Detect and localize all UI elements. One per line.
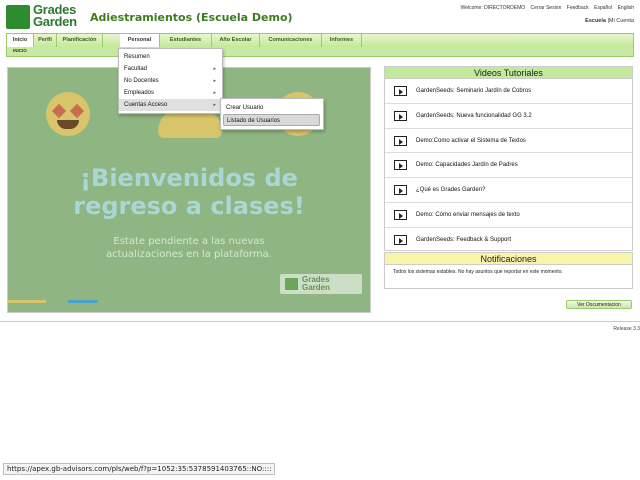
grades-garden-logo[interactable]: Grades Garden [6,3,84,31]
leaf-icon [6,5,30,29]
videos-panel-header: Videos Tutoriales [385,67,632,79]
menu-item-cuentas-acceso[interactable]: Cuentas Acceso ▸ [119,99,222,111]
tab-informes[interactable]: Informes [322,34,362,47]
chevron-right-icon: ▸ [213,102,216,108]
banner-title-line-1: ¡Bienvenidos de [80,164,298,192]
notifications-text: Todos los sistemas estables. No hay asun… [393,269,563,275]
video-play-icon [394,86,407,96]
browser-status-url: https://apex.gb-advisors.com/pls/web/f?p… [3,463,276,475]
feedback-link[interactable]: Feedback [567,5,589,11]
tab-inicio[interactable]: Inicio [7,34,34,47]
tab-estudiantes[interactable]: Estudiantes [160,34,212,47]
video-item[interactable]: Demo:Como activar el Sistema de Textos [385,129,632,154]
video-item[interactable]: GardenSeeds: Seminario Jardín de Cobros [385,79,632,104]
decorative-strip [8,300,46,303]
video-play-icon [394,135,407,146]
tab-personal[interactable]: Personal [120,34,160,47]
main-nav: Inicio Perfil Planificación Personal Est… [6,33,634,47]
banner-subtitle-line-1: Estate pendiente a las nuevas [113,236,265,247]
tab-planificacion[interactable]: Planificación [57,34,103,47]
menu-item-empleados[interactable]: Empleados ▸ [119,87,222,99]
cuentas-acceso-submenu: Crear Usuario Listado de Usuarios [220,98,324,130]
logo-line-2: Garden [33,14,77,29]
footer-divider [0,321,640,322]
videos-panel: Videos Tutoriales GardenSeeds: Seminario… [384,66,633,251]
school-label[interactable]: Escuela [585,18,606,24]
banner-logo-text: Grades Garden [302,276,330,292]
menu-item-facultad[interactable]: Facultad ▸ [119,63,222,75]
star-eyes-emoji-icon [46,92,90,136]
banner-subtitle-line-2: actualizaciones en la plataforma. [106,249,272,260]
video-play-icon [394,110,407,121]
logo-text: Grades Garden [33,3,77,29]
banner-subtitle: Estate pendiente a las nuevas actualizac… [8,235,370,261]
english-link[interactable]: English [618,5,634,11]
video-item[interactable]: Demo: Cómo enviar mensajes de texto [385,203,632,228]
menu-item-no-docentes[interactable]: No Docentes ▸ [119,75,222,87]
logout-link[interactable]: Cerrar Sesion [531,5,562,11]
tab-ano-escolar[interactable]: Año Escolar [212,34,260,47]
video-play-icon [394,209,407,220]
app-title: Adiestramientos (Escuela Demo) [90,11,293,24]
chevron-right-icon: ▸ [213,90,216,96]
video-item[interactable]: Demo: Capacidades Jardín de Padres [385,153,632,179]
video-play-icon [394,185,407,196]
my-account-link[interactable]: Mi Cuenta [609,18,634,24]
spanish-link[interactable]: Español [594,5,612,11]
school-bar: Escuela |Mi Cuenta [585,18,634,24]
release-version: Release 3.3 [613,326,640,332]
breadcrumb-home[interactable]: INICIO [13,48,27,53]
menu-item-listado-usuarios[interactable]: Listado de Usuarios [223,114,320,126]
breadcrumb: INICIO [6,47,634,57]
banner-title-line-2: regreso a clases! [73,192,305,220]
notifications-panel-header: Notificaciones [385,253,632,265]
banner-logo: Grades Garden [280,274,362,294]
app-page: Grades Garden Adiestramientos (Escuela D… [0,0,640,480]
video-play-icon [394,160,407,171]
top-links: Welcome: DIRECTORDEMO Cerrar Sesion Feed… [457,5,634,11]
banner-logo-line-2: Garden [302,283,331,292]
chevron-right-icon: ▸ [213,78,216,84]
personal-menu: Resumen Facultad ▸ No Docentes ▸ Empleados… [118,48,223,114]
leaf-icon [285,278,298,290]
video-item[interactable]: GardenSeeds: Feedback & Support [385,228,632,253]
view-documentation-button[interactable]: Ver Documentacion [566,300,632,309]
decorative-strip [68,300,98,303]
chevron-right-icon: ▸ [213,66,216,72]
video-item[interactable]: GardenSeeds: Nueva funcionalidad GG 3.2 [385,104,632,129]
tab-comunicaciones[interactable]: Comunicaciones [260,34,322,47]
menu-item-crear-usuario[interactable]: Crear Usuario [221,102,323,114]
menu-item-resumen[interactable]: Resumen [119,51,222,63]
banner-title: ¡Bienvenidos de regreso a clases! [8,164,370,220]
tab-perfil[interactable]: Perfil [34,34,57,47]
video-play-icon [394,234,407,245]
welcome-text: Welcome: DIRECTORDEMO [460,5,526,11]
notifications-panel: Notificaciones Todos los sistemas establ… [384,252,633,289]
video-item[interactable]: ¿Qué es Grades Garden? [385,178,632,203]
